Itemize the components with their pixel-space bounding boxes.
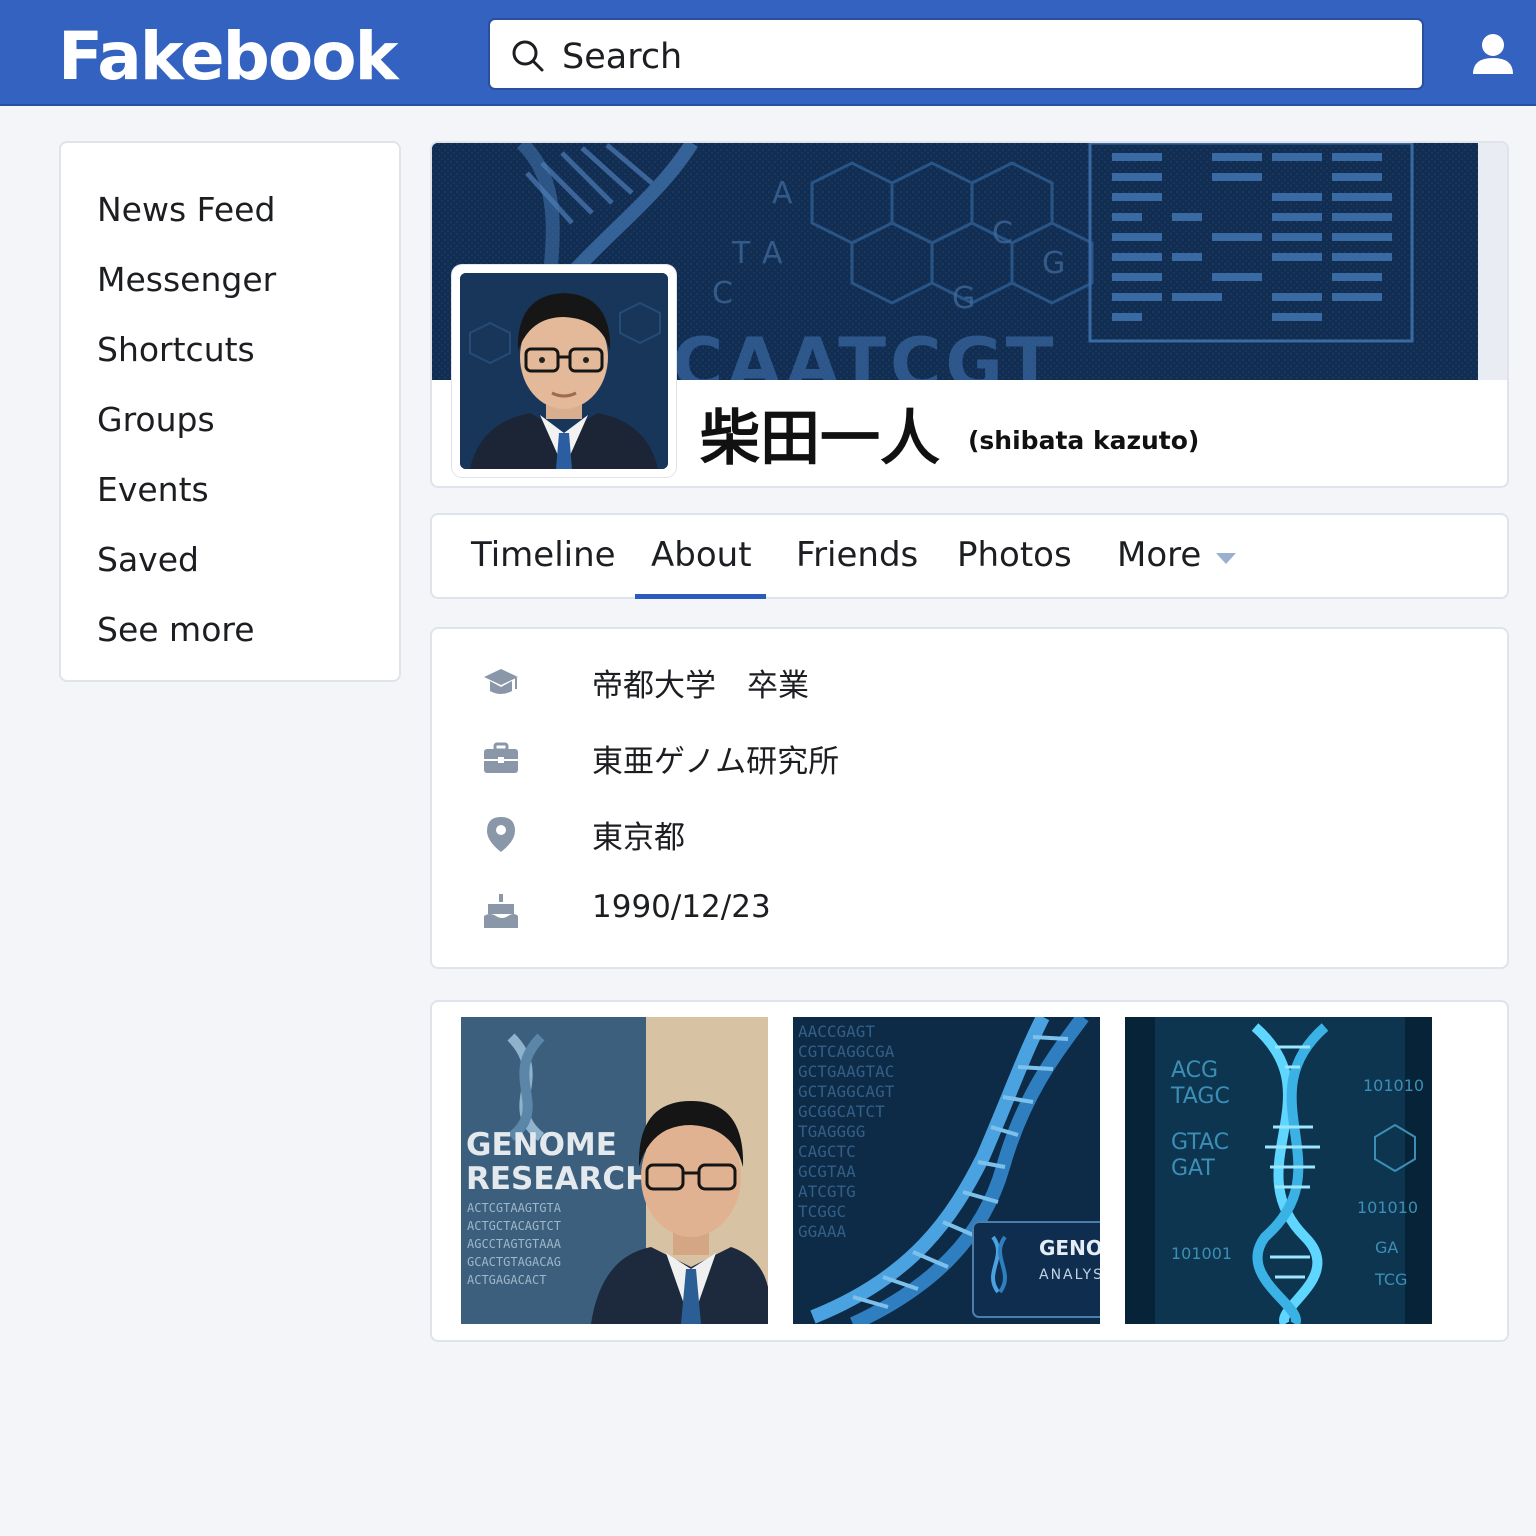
search-input[interactable]: Search	[562, 37, 682, 77]
birthday-cake-icon	[484, 894, 518, 928]
svg-text:T: T	[731, 236, 751, 271]
svg-text:C: C	[712, 276, 733, 311]
svg-text:101001: 101001	[1171, 1244, 1232, 1263]
about-location-text: 東京都	[592, 820, 685, 856]
tab-timeline[interactable]: Timeline	[471, 535, 616, 575]
about-work-text: 東亜ゲノム研究所	[592, 744, 840, 780]
svg-text:GCGTAA: GCGTAA	[798, 1162, 856, 1181]
about-card: 帝都大学 卒業 東亜ゲノム研究所 東京都 1990/12/23	[430, 627, 1509, 969]
photo-genome-research: GENOME RESEARCH ACTCGTAAGTGTA ACTGCTACAG…	[461, 1017, 768, 1324]
tab-photos[interactable]: Photos	[957, 535, 1072, 575]
chevron-down-icon[interactable]	[1216, 553, 1236, 564]
sidebar-item-shortcuts[interactable]: Shortcuts	[97, 327, 276, 397]
graduation-cap-icon	[484, 669, 518, 694]
svg-text:GENOME: GENOME	[466, 1127, 617, 1163]
left-sidebar: News Feed Messenger Shortcuts Groups Eve…	[59, 141, 401, 682]
sidebar-item-groups[interactable]: Groups	[97, 397, 276, 467]
svg-text:101010: 101010	[1357, 1198, 1418, 1217]
briefcase-icon	[484, 742, 518, 773]
svg-text:G: G	[952, 281, 975, 316]
photo-thumbnail-3[interactable]: ACG TAGC GTAC GAT 101010 101010 101001 G…	[1125, 1017, 1432, 1324]
svg-text:CAGCTC: CAGCTC	[798, 1142, 856, 1161]
about-birthday-text: 1990/12/23	[592, 889, 771, 925]
location-pin-icon	[487, 817, 515, 852]
user-icon[interactable]	[1468, 30, 1518, 80]
cover-side-strip	[1478, 143, 1507, 380]
svg-text:GCGGCATCT: GCGGCATCT	[798, 1102, 885, 1121]
profile-avatar[interactable]	[452, 265, 676, 477]
svg-text:GCTGAAGTAC: GCTGAAGTAC	[798, 1062, 894, 1081]
svg-text:A: A	[762, 236, 783, 271]
svg-text:TCGGC: TCGGC	[798, 1202, 846, 1221]
svg-text:GCACTGTAGACAG: GCACTGTAGACAG	[467, 1255, 561, 1269]
profile-name-romaji: (shibata kazuto)	[968, 426, 1200, 455]
svg-text:GGAAA: GGAAA	[798, 1222, 847, 1241]
svg-text:GAT: GAT	[1171, 1156, 1215, 1181]
search-bar[interactable]: Search	[488, 18, 1424, 90]
svg-text:ACTCGTAAGTGTA: ACTCGTAAGTGTA	[467, 1201, 562, 1215]
svg-text:TCG: TCG	[1374, 1270, 1407, 1289]
svg-text:AGCCTAGTGTAAA: AGCCTAGTGTAAA	[467, 1237, 562, 1251]
svg-text:TAGC: TAGC	[1170, 1084, 1230, 1109]
svg-text:RESEARCH: RESEARCH	[466, 1161, 651, 1197]
sidebar-item-events[interactable]: Events	[97, 467, 276, 537]
top-navigation-bar: Fakebook Search	[0, 0, 1536, 106]
svg-text:GTAC: GTAC	[1171, 1130, 1229, 1155]
photos-card: GENOME RESEARCH ACTCGTAAGTGTA ACTGCTACAG…	[430, 1000, 1509, 1342]
svg-text:GA: GA	[1375, 1238, 1398, 1257]
avatar-portrait	[460, 273, 668, 469]
about-education-text: 帝都大学 卒業	[592, 668, 809, 704]
svg-text:CAATCGT: CAATCGT	[672, 323, 1057, 380]
svg-text:ANALYS: ANALYS	[1039, 1267, 1100, 1283]
fakebook-logo[interactable]: Fakebook	[58, 18, 398, 95]
photo-thumbnail-1[interactable]: GENOME RESEARCH ACTCGTAAGTGTA ACTGCTACAG…	[461, 1017, 768, 1324]
profile-tabs: Timeline About Friends Photos More	[430, 513, 1509, 599]
svg-text:ACTGAGACACT: ACTGAGACACT	[467, 1273, 546, 1287]
tab-about[interactable]: About	[651, 535, 752, 575]
svg-text:AACCGAGT: AACCGAGT	[798, 1022, 875, 1041]
sidebar-item-saved[interactable]: Saved	[97, 537, 276, 607]
svg-text:CGTCAGGCGA: CGTCAGGCGA	[798, 1042, 895, 1061]
photo-thumbnail-2[interactable]: AACCGAGT CGTCAGGCGA GCTGAAGTAC GCTAGGCAG…	[793, 1017, 1100, 1324]
search-icon	[512, 40, 544, 72]
svg-text:GCTAGGCAGT: GCTAGGCAGT	[798, 1082, 895, 1101]
svg-text:C: C	[992, 216, 1013, 251]
sidebar-item-see-more[interactable]: See more	[97, 607, 276, 677]
tab-friends[interactable]: Friends	[796, 535, 918, 575]
svg-text:ATCGTG: ATCGTG	[798, 1182, 856, 1201]
active-tab-indicator	[635, 594, 766, 599]
svg-text:TGAGGGG: TGAGGGG	[798, 1122, 865, 1141]
photo-glowing-dna: ACG TAGC GTAC GAT 101010 101010 101001 G…	[1125, 1017, 1432, 1324]
svg-text:G: G	[1042, 246, 1065, 281]
tab-more[interactable]: More	[1117, 535, 1201, 575]
sidebar-item-messenger[interactable]: Messenger	[97, 257, 276, 327]
svg-text:101010: 101010	[1363, 1076, 1424, 1095]
svg-text:A: A	[772, 176, 793, 211]
svg-text:ACTGCTACAGTCT: ACTGCTACAGTCT	[467, 1219, 561, 1233]
svg-text:ACG: ACG	[1171, 1058, 1218, 1083]
photo-dna-helix: AACCGAGT CGTCAGGCGA GCTGAAGTAC GCTAGGCAG…	[793, 1017, 1100, 1324]
svg-text:GENON: GENON	[1039, 1236, 1100, 1260]
sidebar-item-news-feed[interactable]: News Feed	[97, 187, 276, 257]
profile-name: 柴田一人	[700, 404, 940, 474]
